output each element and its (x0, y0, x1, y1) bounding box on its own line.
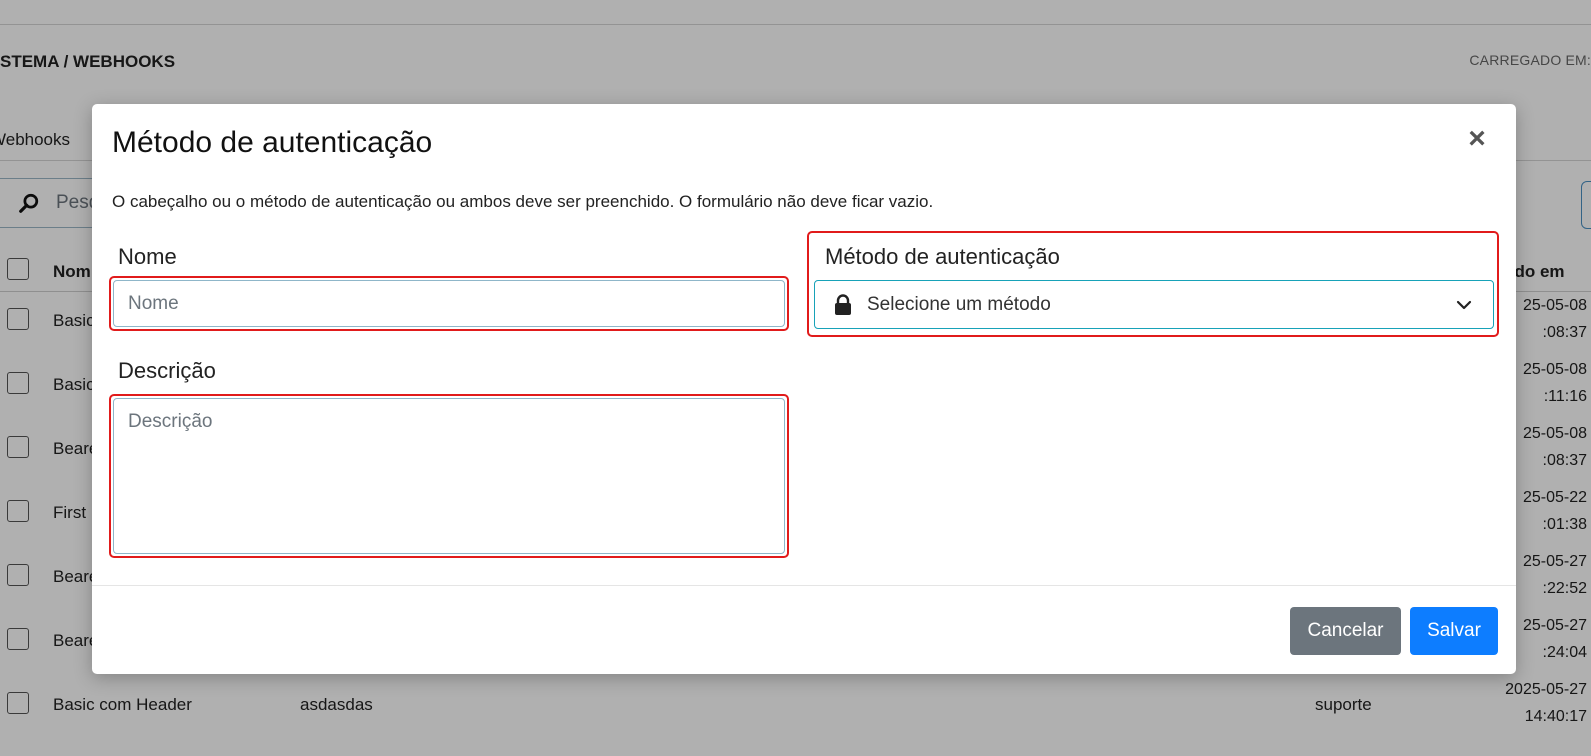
chevron-down-icon (1456, 300, 1472, 309)
description-textarea[interactable] (113, 398, 785, 554)
auth-method-modal: Método de autenticação × O cabeçalho ou … (92, 104, 1516, 674)
save-button[interactable]: Salvar (1410, 607, 1498, 655)
cancel-button[interactable]: Cancelar (1290, 607, 1401, 655)
auth-method-label: Método de autenticação (825, 244, 1060, 269)
modal-title: Método de autenticação (112, 126, 433, 159)
auth-method-select[interactable]: Selecione um método (814, 280, 1494, 329)
modal-info-text: O cabeçalho ou o método de autenticação … (112, 192, 934, 211)
close-icon[interactable]: × (1462, 124, 1492, 154)
name-input[interactable] (113, 280, 785, 327)
name-label: Nome (118, 244, 177, 269)
lock-icon (835, 293, 851, 315)
description-label: Descrição (118, 358, 216, 383)
modal-footer-divider (92, 585, 1516, 586)
auth-method-selected-value: Selecione um método (867, 293, 1051, 315)
